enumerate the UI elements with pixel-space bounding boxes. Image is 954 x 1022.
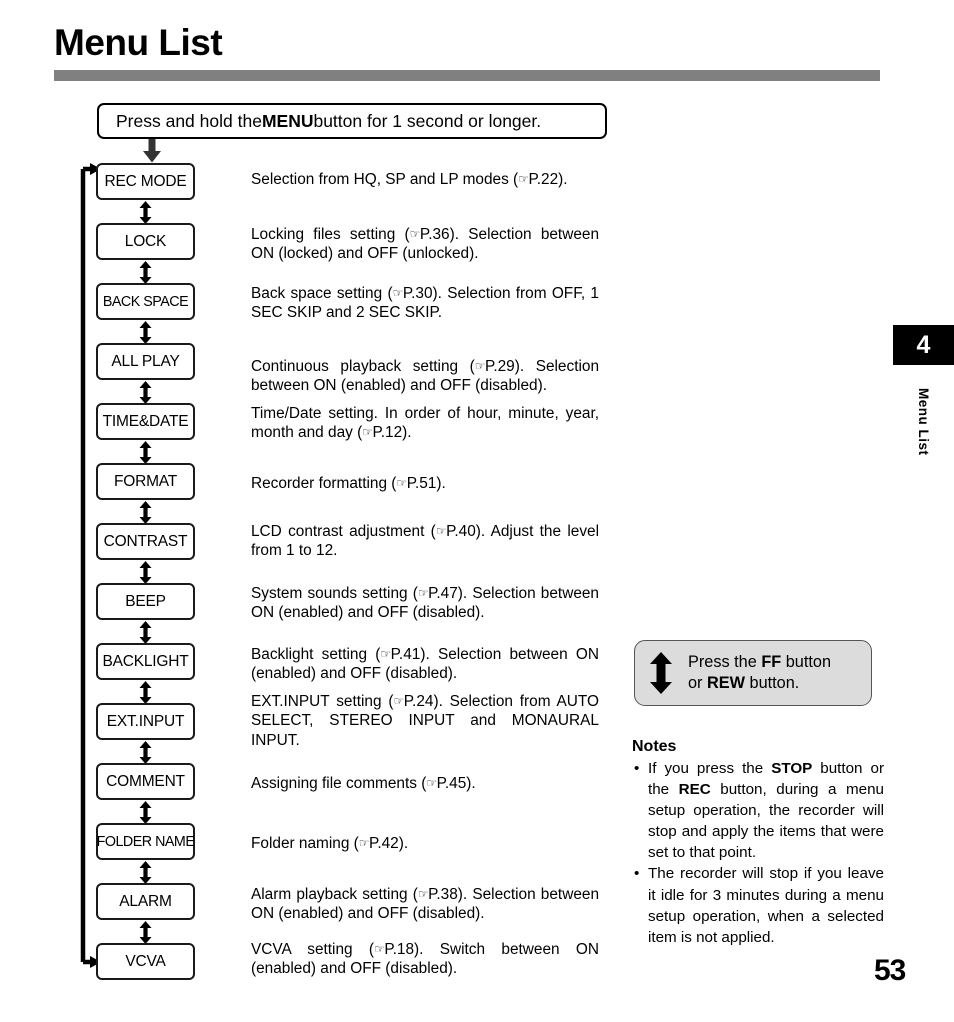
rew-button-keyword: REW [707,674,745,692]
ff-rew-l2-before: or [688,674,708,692]
up-down-arrow-icon [139,441,152,464]
menu-item-label: LOCK [124,232,167,250]
menu-item-box[interactable]: CONTRAST [96,523,195,560]
note-bullet-icon: • [634,865,640,883]
menu-item-box[interactable]: REC MODE [96,163,195,200]
note-bullet-icon: • [634,760,640,777]
menu-item-label: TIME&DATE [102,412,189,430]
menu-item-description: Alarm playback setting (☞P.38). Selectio… [251,886,599,923]
ff-rew-line-1: Press the FF button [688,652,831,673]
up-down-arrow-icon [139,801,152,824]
chapter-name-label: Menu List [893,388,954,459]
note-item: • If you press the STOP button or the REC… [632,758,884,863]
menu-item-description: Backlight setting (☞P.41). Selection bet… [251,646,599,683]
menu-item-label: EXT.INPUT [106,712,185,730]
menu-item-box[interactable]: FOLDER NAME [96,823,195,860]
menu-item-description: Continuous playback setting (☞P.29). Sel… [251,358,600,395]
ff-rew-line-2: or REW button. [688,673,831,694]
menu-item-label: BACKLIGHT [102,652,189,670]
menu-item-label: CONTRAST [103,532,188,550]
up-down-arrow-icon [139,561,152,584]
menu-item-description: Folder naming (☞P.42). [251,835,409,852]
menu-item-box[interactable]: TIME&DATE [96,403,195,440]
ff-button-keyword: FF [761,653,782,671]
menu-item-label: ALARM [119,892,172,910]
title-divider [54,70,880,81]
menu-item-description: System sounds setting (☞P.47). Selection… [251,585,599,622]
menu-item-box[interactable]: BEEP [96,583,195,620]
chapter-number-tab: 4 [893,325,954,365]
menu-item-description: Assigning file comments (☞P.45). [251,775,476,792]
notes-heading: Notes [632,738,677,755]
ff-rew-text: Press the FF button or REW button. [688,652,831,694]
up-down-arrow-icon [139,921,152,944]
menu-item-description: Locking files setting (☞P.36). Selection… [251,226,600,263]
ff-rew-l1-after: button [781,653,831,671]
up-down-arrow-icon [139,381,152,404]
notes-section: Notes • If you press the STOP button or t… [632,738,884,948]
menu-item-label: REC MODE [104,172,187,190]
menu-item-description: VCVA setting (☞P.18). Switch between ON … [251,941,599,978]
menu-item-box[interactable]: ALL PLAY [96,343,195,380]
menu-item-description: Recorder formatting (☞P.51). [251,475,446,492]
menu-item-box[interactable]: ALARM [96,883,195,920]
menu-item-box[interactable]: EXT.INPUT [96,703,195,740]
ff-rew-callout: Press the FF button or REW button. [634,640,872,706]
intro-menu-keyword: MENU [261,110,314,131]
up-down-arrow-icon [139,501,152,524]
up-down-arrow-icon [139,681,152,704]
menu-item-label: FORMAT [113,472,178,490]
menu-item-box[interactable]: LOCK [96,223,195,260]
page-title: Menu List [54,22,223,63]
menu-item-label: VCVA [125,952,166,970]
menu-item-box[interactable]: BACKLIGHT [96,643,195,680]
menu-item-label: BEEP [125,592,166,610]
chapter-name-text: Menu List [916,388,931,456]
menu-item-label: BACK SPACE [102,293,189,310]
up-down-arrow-icon [139,741,152,764]
menu-item-description: Time/Date setting. In order of hour, min… [251,405,599,442]
up-down-arrow-icon [139,321,152,344]
menu-item-box[interactable]: VCVA [96,943,195,980]
up-down-arrow-icon [139,861,152,884]
menu-item-label: FOLDER NAME [96,833,195,850]
up-down-arrow-icon [139,621,152,644]
menu-item-box[interactable]: FORMAT [96,463,195,500]
page-number: 53 [874,954,906,987]
up-down-arrow-icon [139,201,152,224]
menu-item-description: LCD contrast adjustment (☞P.40). Adjust … [251,523,599,560]
notes-list: • If you press the STOP button or the REC… [632,758,884,948]
menu-item-label: COMMENT [106,772,185,790]
note-text: If you press the STOP button or the REC … [648,760,884,862]
up-down-arrow-icon [139,261,152,284]
intro-text-before: Press and hold the [116,110,262,131]
intro-text-after: button for 1 second or longer. [313,110,542,131]
intro-instruction-box: Press and hold the MENU button for 1 sec… [97,103,607,139]
note-item: • The recorder will stop if you leave it … [632,863,884,947]
note-text: The recorder will stop if you leave it i… [648,865,884,946]
up-down-arrow-icon [650,652,672,694]
ff-rew-l1-before: Press the [688,653,762,671]
menu-item-description: EXT.INPUT setting (☞P.24). Selection fro… [251,693,600,749]
menu-item-label: ALL PLAY [111,352,180,370]
ff-rew-l2-after: button. [745,674,800,692]
menu-item-box[interactable]: BACK SPACE [96,283,195,320]
menu-item-description: Selection from HQ, SP and LP modes (☞P.2… [251,171,568,188]
down-arrow-icon [143,139,161,163]
menu-item-box[interactable]: COMMENT [96,763,195,800]
menu-item-description: Back space setting (☞P.30). Selection fr… [251,285,599,322]
